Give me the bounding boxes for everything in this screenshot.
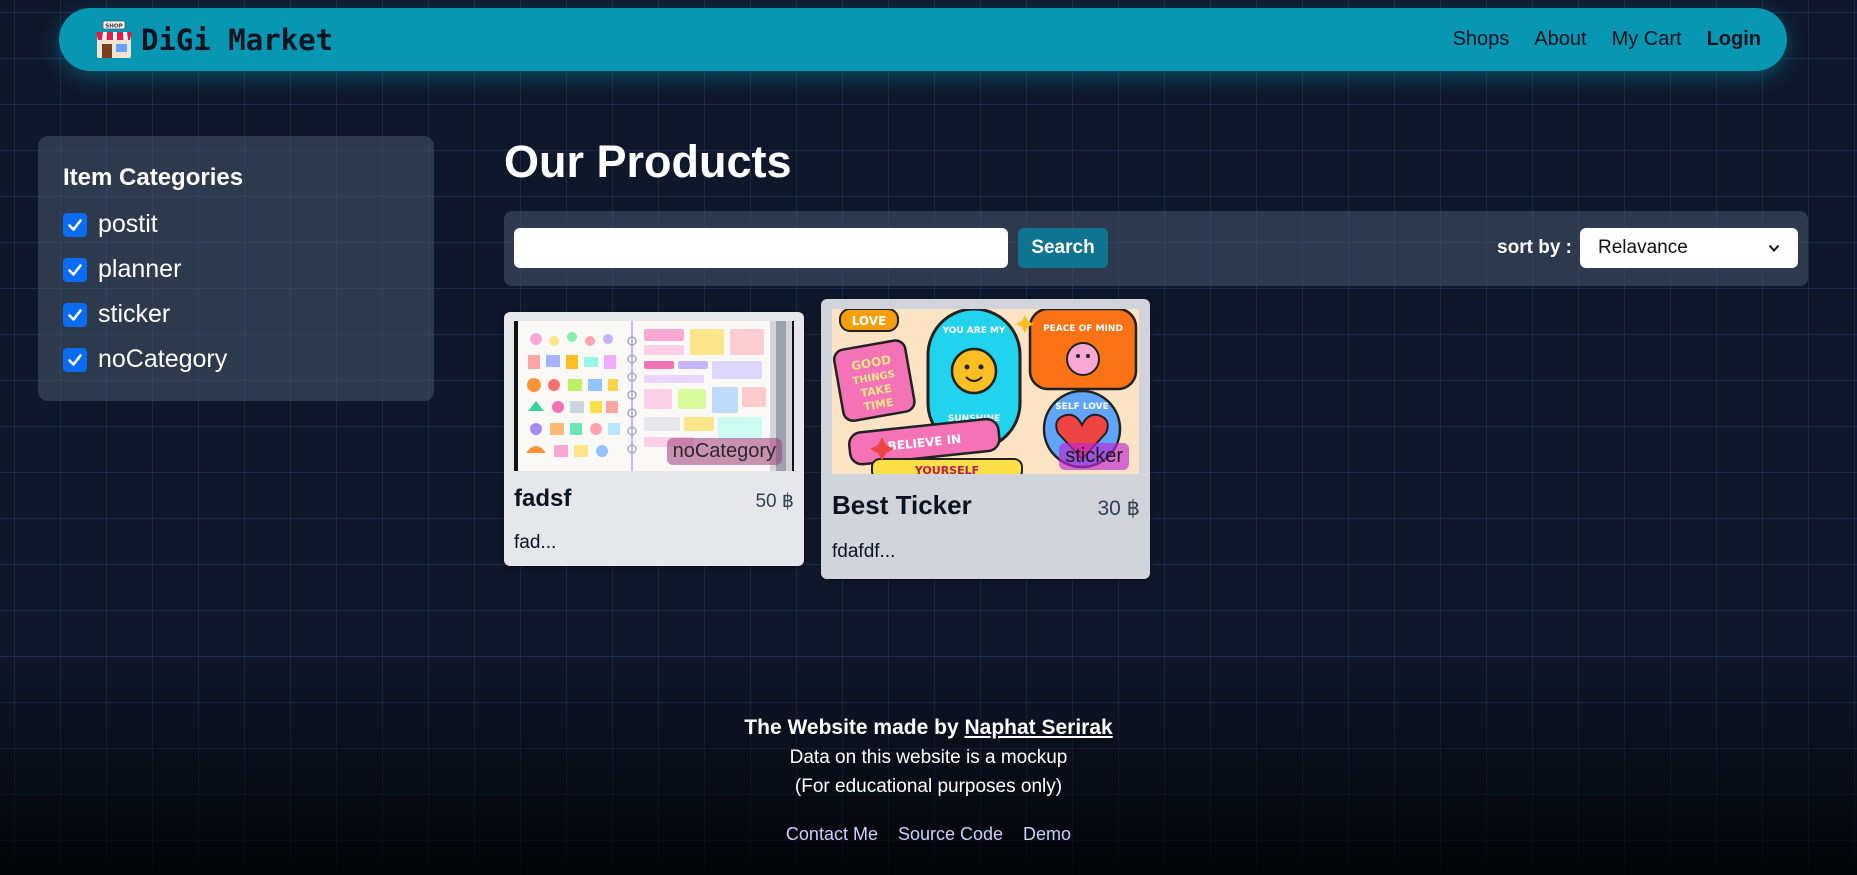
category-item-planner[interactable]: planner [63, 247, 409, 292]
product-name: fadsf [514, 485, 572, 512]
check-icon [68, 308, 82, 321]
brand[interactable]: SHOP DiGi Market [93, 20, 333, 60]
svg-text:PEACE OF MIND: PEACE OF MIND [1043, 324, 1123, 334]
svg-text:SELF LOVE: SELF LOVE [1055, 402, 1109, 412]
svg-text:LOVE: LOVE [852, 314, 887, 328]
nav-link-shops[interactable]: Shops [1453, 28, 1510, 51]
svg-text:SHOP: SHOP [105, 23, 123, 29]
nav-link-login[interactable]: Login [1707, 28, 1761, 51]
check-icon [68, 353, 82, 366]
sort-selected-value: Relavance [1598, 237, 1688, 258]
footer-link-demo[interactable]: Demo [1023, 824, 1071, 845]
category-tag: noCategory [666, 438, 782, 465]
footer-links: Contact Me Source Code Demo [0, 824, 1857, 845]
category-label: noCategory [98, 345, 228, 373]
footer-credit-prefix: The Website made by [744, 716, 965, 739]
category-item-nocategory[interactable]: noCategory [63, 337, 409, 382]
product-price: 50 ฿ [755, 491, 794, 512]
product-name: Best Ticker [832, 490, 972, 520]
svg-text:YOURSELF: YOURSELF [914, 464, 979, 474]
product-description: fdafdf... [832, 541, 896, 562]
check-icon [68, 218, 82, 231]
search-input[interactable] [514, 228, 1008, 268]
checkbox-nocategory[interactable] [63, 347, 87, 372]
chevron-down-icon [1768, 244, 1780, 252]
product-price: 30 ฿ [1097, 497, 1140, 520]
nav-link-my-cart[interactable]: My Cart [1612, 28, 1682, 51]
product-image-retro-stickers: LOVE GOOD THINGS TAKE TIME YOU ARE MY SU… [832, 309, 1139, 474]
check-icon [68, 263, 82, 276]
sidebar-title: Item Categories [63, 164, 244, 191]
product-card[interactable]: LOVE GOOD THINGS TAKE TIME YOU ARE MY SU… [821, 299, 1150, 579]
category-label: sticker [98, 300, 171, 328]
checkbox-postit[interactable] [63, 212, 87, 237]
category-label: postit [98, 210, 158, 238]
product-image-planner-stickers: noCategory [514, 321, 794, 471]
nav-link-about[interactable]: About [1534, 28, 1586, 51]
category-label: planner [98, 255, 182, 283]
author-link[interactable]: Naphat Serirak [964, 716, 1112, 739]
footer-link-contact[interactable]: Contact Me [786, 824, 878, 845]
svg-text:YOU ARE MY: YOU ARE MY [942, 326, 1006, 336]
product-card[interactable]: noCategory fadsf 50 ฿ fad... [504, 312, 804, 566]
footer-mockup-note: Data on this website is a mockup [789, 747, 1068, 768]
category-sidebar: Item Categories postit planner sticker n… [38, 136, 434, 401]
nav-links: Shops About My Cart Login [1453, 28, 1761, 51]
category-item-sticker[interactable]: sticker [63, 292, 409, 337]
page-title: Our Products [504, 136, 792, 187]
checkbox-planner[interactable] [63, 257, 87, 282]
brand-name: DiGi Market [141, 22, 334, 57]
footer: The Website made by Naphat Serirak Data … [0, 716, 1857, 845]
footer-credit: The Website made by Naphat Serirak [0, 716, 1857, 740]
search-bar: Search sort by : Relavance [504, 211, 1808, 286]
product-description: fad... [514, 532, 557, 553]
sort-select[interactable]: Relavance [1580, 228, 1798, 268]
navbar: SHOP DiGi Market Shops About My Cart Log… [59, 8, 1787, 71]
footer-link-source-code[interactable]: Source Code [898, 824, 1003, 845]
sort-label: sort by : [1497, 237, 1572, 258]
checkbox-sticker[interactable] [63, 302, 87, 327]
shop-icon: SHOP [96, 20, 132, 58]
search-button[interactable]: Search [1018, 228, 1108, 268]
footer-education-note: (For educational purposes only) [794, 776, 1063, 797]
category-item-postit[interactable]: postit [63, 202, 409, 247]
category-tag: sticker [1059, 443, 1129, 470]
